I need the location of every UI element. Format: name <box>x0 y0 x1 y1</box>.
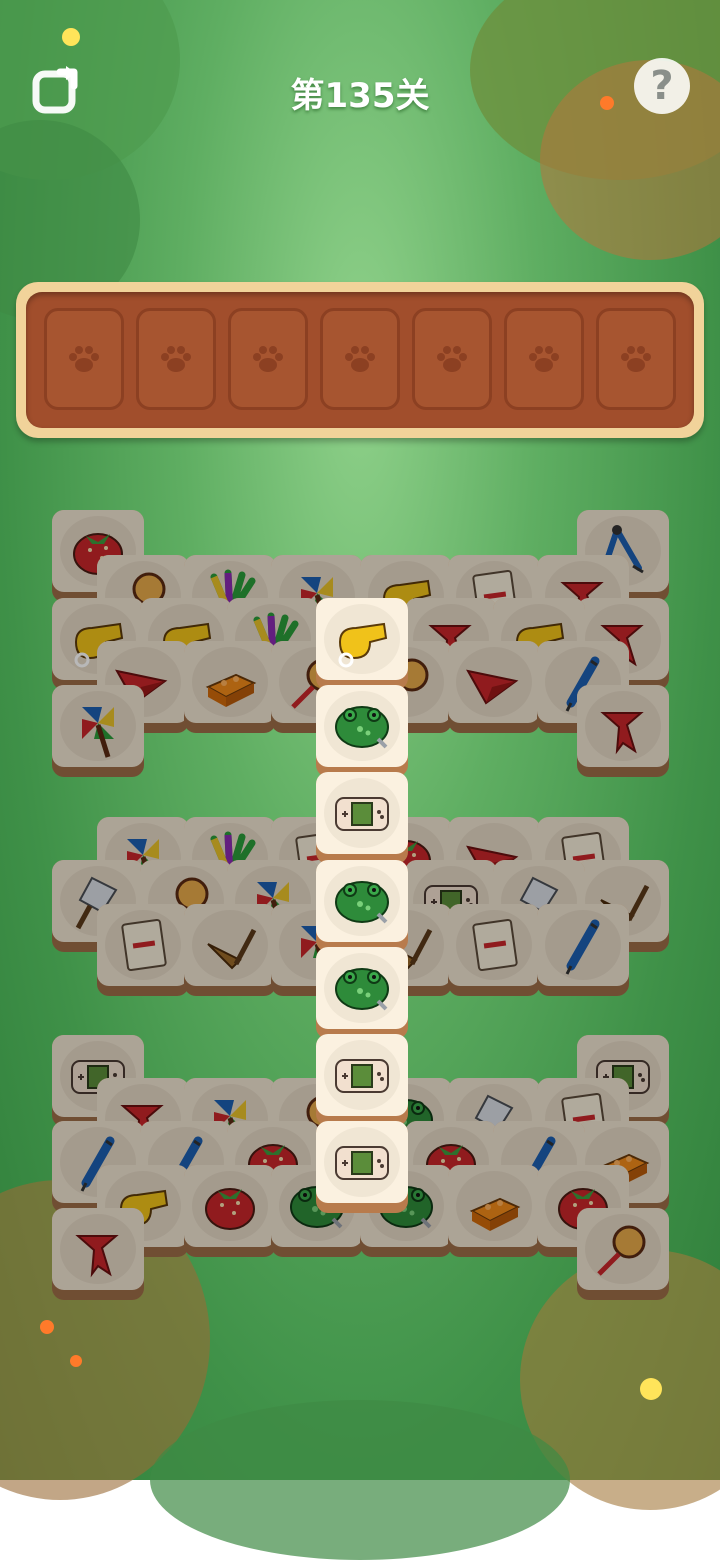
tray-slot <box>44 308 124 410</box>
tile-building-brick <box>448 1165 540 1257</box>
tile-frog[interactable] <box>316 947 408 1039</box>
tile-strawberry <box>184 1165 276 1257</box>
tray-slot <box>320 308 400 410</box>
tray-slot <box>136 308 216 410</box>
tile-notebook <box>448 904 540 996</box>
tile-rattle-drum <box>577 1208 669 1300</box>
tile-red-scarf <box>52 1208 144 1300</box>
paw-icon <box>432 339 472 379</box>
game-console-icon <box>335 1146 389 1180</box>
tray-slots <box>26 292 694 428</box>
tray-slot <box>412 308 492 410</box>
paw-icon <box>524 339 564 379</box>
help-button[interactable]: ? <box>634 58 690 114</box>
frog-icon <box>335 706 389 749</box>
tile-pen <box>537 904 629 996</box>
tray-slot <box>504 308 584 410</box>
game-console-icon <box>335 797 389 831</box>
tile-paper-plane <box>448 641 540 733</box>
tray-slot <box>228 308 308 410</box>
tile-broom <box>184 904 276 996</box>
tile-frog[interactable] <box>316 685 408 777</box>
tile-tray <box>16 282 704 438</box>
tile-whistle[interactable] <box>316 598 408 690</box>
tile-notebook <box>97 904 189 996</box>
paw-icon <box>64 339 104 379</box>
level-title: 第135关 <box>290 76 430 116</box>
tile-pinwheel <box>52 685 144 777</box>
tile-building-brick <box>184 641 276 733</box>
frog-icon <box>335 968 389 1011</box>
tile-game-console[interactable] <box>316 1034 408 1126</box>
frog-icon <box>335 881 389 924</box>
top-bar: 第135关 ? <box>0 40 720 140</box>
paw-icon <box>156 339 196 379</box>
tile-game-console[interactable] <box>316 772 408 864</box>
tile-game-console[interactable] <box>316 1121 408 1213</box>
game-console-icon <box>335 1059 389 1093</box>
paw-icon <box>340 339 380 379</box>
tile-frog[interactable] <box>316 860 408 952</box>
tile-red-scarf <box>577 685 669 777</box>
paw-icon <box>248 339 288 379</box>
paw-icon <box>616 339 656 379</box>
whistle-icon <box>338 622 388 668</box>
tray-slot <box>596 308 676 410</box>
